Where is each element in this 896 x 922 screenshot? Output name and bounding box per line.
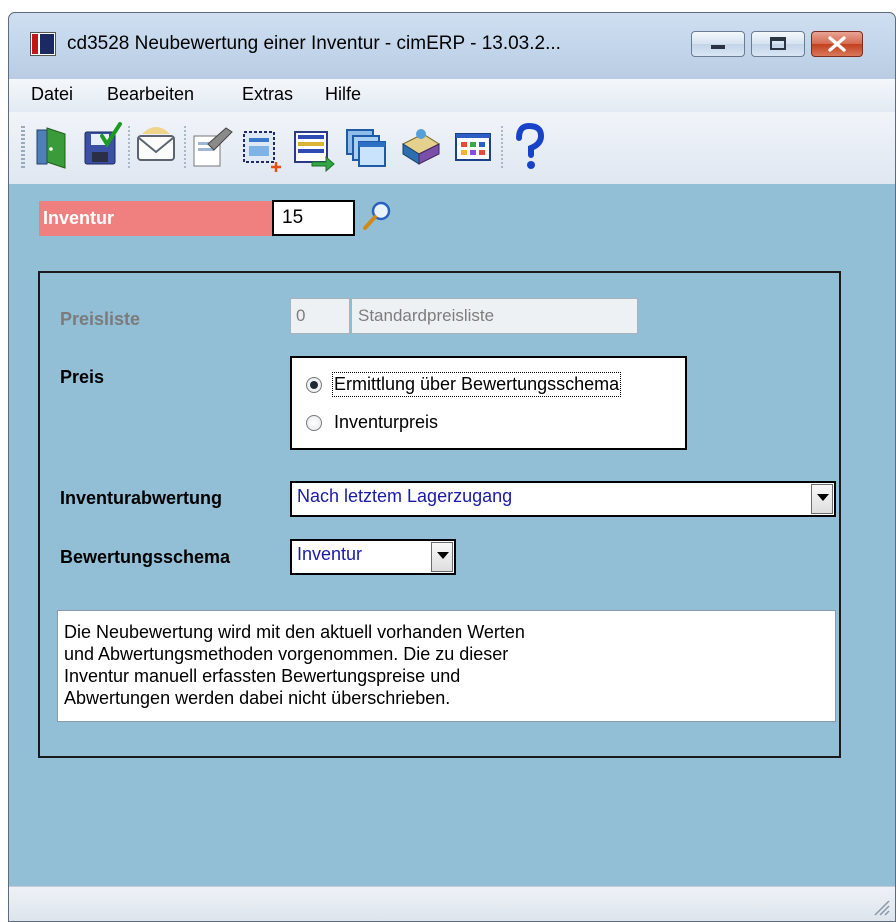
windows-icon[interactable]	[345, 122, 389, 172]
inventur-label: Inventur	[39, 201, 273, 236]
radio-option-inventurpreis[interactable]: Inventurpreis	[306, 412, 438, 433]
preisliste-label: Preisliste	[60, 309, 141, 329]
menu-bar: Datei Bearbeiten Extras Hilfe	[9, 79, 895, 112]
mail-icon[interactable]	[134, 122, 178, 172]
resize-grip-icon[interactable]	[871, 897, 891, 917]
app-icon	[30, 32, 56, 56]
status-bar	[9, 886, 895, 921]
maximize-button[interactable]	[751, 31, 805, 57]
new-record-icon[interactable]	[240, 122, 284, 172]
close-button[interactable]	[811, 31, 863, 57]
preisliste-name-field: Standardpreisliste	[351, 298, 638, 334]
window-title: cd3528 Neubewertung einer Inventur - cim…	[67, 33, 561, 54]
description-line: Die Neubewertung wird mit den aktuell vo…	[64, 622, 525, 642]
radio-button[interactable]	[306, 414, 322, 431]
inventurabwertung-select[interactable]: Nach letztem Lagerzugang	[290, 481, 836, 517]
toolbar	[9, 112, 895, 185]
app-window: cd3528 Neubewertung einer Inventur - cim…	[8, 12, 896, 922]
radio-label: Inventurpreis	[334, 412, 439, 432]
preis-label: Preis	[60, 367, 105, 387]
close-icon	[828, 36, 846, 52]
toolbar-separator	[128, 126, 130, 168]
description-text: Die Neubewertung wird mit den aktuell vo…	[57, 610, 836, 722]
grid-window-icon[interactable]	[452, 122, 496, 172]
menu-hilfe[interactable]: Hilfe	[325, 84, 361, 105]
toolbar-grip[interactable]	[21, 126, 25, 168]
settings-group: Preisliste 0 Standardpreisliste Preis Er…	[38, 271, 841, 758]
toolbar-separator	[501, 126, 503, 168]
minimize-icon	[711, 45, 725, 49]
title-bar[interactable]: cd3528 Neubewertung einer Inventur - cim…	[9, 13, 895, 79]
chevron-down-icon[interactable]	[811, 484, 833, 514]
form-area: Inventur 15 Preisliste 0 Standardpreisli…	[9, 184, 895, 887]
exit-door-icon[interactable]	[31, 122, 75, 172]
radio-option-bewertungsschema[interactable]: Ermittlung über Bewertungsschema	[306, 372, 622, 397]
search-icon[interactable]	[360, 198, 396, 234]
select-value: Inventur	[297, 544, 363, 564]
save-icon[interactable]	[80, 122, 124, 172]
menu-datei[interactable]: Datei	[31, 84, 73, 105]
description-line: Abwertungen werden dabei nicht überschri…	[64, 688, 451, 708]
chevron-down-icon[interactable]	[431, 542, 453, 572]
preisliste-number-field: 0	[290, 298, 350, 334]
description-line: und Abwertungsmethoden vorgenommen. Die …	[64, 644, 509, 664]
toolbar-separator	[184, 126, 186, 168]
maximize-icon	[770, 37, 786, 50]
radio-button-checked[interactable]	[306, 376, 322, 393]
bewertungsschema-label: Bewertungsschema	[60, 547, 231, 567]
inventurabwertung-label: Inventurabwertung	[60, 488, 223, 508]
select-value: Nach letztem Lagerzugang	[297, 486, 513, 506]
preis-radio-group: Ermittlung über Bewertungsschema Inventu…	[290, 356, 687, 450]
edit-document-icon[interactable]	[190, 122, 234, 172]
description-line: Inventur manuell erfassten Bewertungspre…	[64, 666, 461, 686]
menu-extras[interactable]: Extras	[242, 84, 293, 105]
menu-bearbeiten[interactable]: Bearbeiten	[107, 84, 194, 105]
minimize-button[interactable]	[691, 31, 745, 57]
bewertungsschema-select[interactable]: Inventur	[290, 539, 456, 575]
help-icon[interactable]	[507, 122, 551, 172]
book-icon[interactable]	[399, 122, 443, 172]
radio-label: Ermittlung über Bewertungsschema	[331, 372, 622, 397]
import-list-icon[interactable]	[292, 122, 336, 172]
inventur-input[interactable]: 15	[272, 200, 355, 236]
